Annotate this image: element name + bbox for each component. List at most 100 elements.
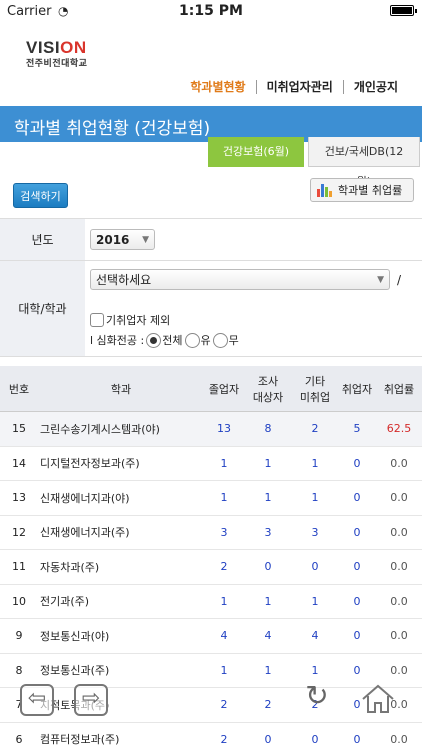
row-graduates: 2: [220, 732, 228, 746]
row-dept: 디지털전자정보과(주): [40, 457, 140, 471]
radio-yes[interactable]: [184, 332, 200, 348]
row-employed: 0: [353, 663, 361, 677]
table-row[interactable]: 12 신재생에너지과(주) 3 3 3 0 0.0: [0, 516, 422, 550]
year-row: 년도 2016 ▼: [0, 219, 422, 261]
table-row[interactable]: 15 그린수송기계시스템과(야) 13 8 2 5 62.5: [0, 412, 422, 447]
row-graduates: 2: [220, 560, 228, 574]
row-dept: 신재생에너지과(야): [40, 491, 130, 505]
exclude-employed-label: 기취업자 제외: [106, 314, 171, 327]
table-row[interactable]: 14 디지털전자정보과(주) 1 1 1 0 0.0: [0, 447, 422, 481]
row-surveyed: 0: [264, 732, 272, 746]
row-graduates: 2: [220, 698, 228, 712]
dept-rate-chart-button[interactable]: 학과별 취업률: [310, 178, 414, 202]
dept-placeholder: 선택하세요: [96, 273, 152, 287]
chevron-down-icon: ▼: [377, 274, 384, 285]
row-dept: 정보통신과(주): [40, 664, 110, 678]
row-dept: 자동차과(주): [40, 560, 100, 574]
header-dept: 학과: [110, 382, 132, 396]
row-number: 15: [12, 422, 26, 436]
row-other-unemployed: 0: [311, 560, 319, 574]
table-row[interactable]: 6 컴퓨터정보과(주) 2 0 0 0 0.0: [0, 723, 422, 750]
school-logo[interactable]: VISION 전주비전대학교: [26, 38, 87, 69]
row-number: 6: [15, 732, 23, 746]
row-employed: 0: [353, 732, 361, 746]
tab-health-insurance[interactable]: 건강보험(6월): [208, 137, 304, 167]
row-rate: 0.0: [390, 525, 408, 539]
table-row[interactable]: 13 신재생에너지과(야) 1 1 1 0 0.0: [0, 481, 422, 516]
table-body: 15 그린수송기계시스템과(야) 13 8 2 5 62.5 14 디지털전자정보과(주) 1 1 1…: [0, 412, 422, 750]
row-surveyed: 4: [264, 629, 272, 643]
row-graduates: 4: [220, 629, 228, 643]
back-arrow-icon[interactable]: ⇦: [20, 684, 54, 716]
row-other-unemployed: 1: [311, 456, 319, 470]
row-dept: 전기과(주): [40, 595, 90, 609]
row-surveyed: 1: [264, 491, 272, 505]
home-icon[interactable]: [360, 683, 394, 715]
year-select[interactable]: 2016 ▼: [90, 229, 155, 250]
row-number: 12: [12, 525, 26, 539]
row-rate: 0.0: [390, 491, 408, 505]
row-number: 13: [12, 491, 26, 505]
row-rate: 0.0: [390, 629, 408, 643]
row-number: 10: [12, 594, 26, 608]
row-graduates: 3: [220, 525, 228, 539]
row-employed: 0: [353, 456, 361, 470]
row-employed: 0: [353, 560, 361, 574]
row-dept: 신재생에너지과(주): [40, 526, 130, 540]
row-surveyed: 1: [264, 663, 272, 677]
row-rate: 0.0: [390, 732, 408, 746]
table-row[interactable]: 11 자동차과(주) 2 0 0 0 0.0: [0, 550, 422, 585]
row-surveyed: 2: [264, 698, 272, 712]
table-row[interactable]: 8 정보통신과(주) 1 1 1 0 0.0: [0, 654, 422, 688]
radio-yes-label: 유: [200, 334, 211, 347]
row-other-unemployed: 1: [311, 594, 319, 608]
row-other-unemployed: 1: [311, 491, 319, 505]
logo-school-name: 전주비전대학교: [26, 59, 88, 69]
row-graduates: 1: [220, 491, 228, 505]
header-graduates: 졸업자: [208, 382, 240, 396]
exclude-employed-checkbox[interactable]: [90, 313, 104, 327]
row-number: 9: [15, 629, 23, 643]
row-employed: 5: [353, 422, 361, 436]
radio-all-label: 전체: [162, 334, 183, 347]
dept-row: 대학/학과 선택하세요 ▼ / 기취업자 제외 l 심화전공 : 전체 유 무: [0, 261, 422, 357]
nav-dept-status[interactable]: 학과별현황: [180, 80, 255, 94]
row-other-unemployed: 2: [311, 422, 319, 436]
radio-no-label: 무: [228, 334, 239, 347]
tab-bar: 건강보험(6월) 건보/국세DB(12월): [208, 137, 420, 188]
nav-personal-notice[interactable]: 개인공지: [342, 80, 408, 94]
header-employed: 취업자: [341, 382, 373, 396]
status-bar: Carrier ◔ 1:15 PM: [0, 0, 422, 22]
row-rate: 0.0: [390, 663, 408, 677]
advanced-major-label: l 심화전공 :: [90, 334, 145, 347]
row-employed: 0: [353, 525, 361, 539]
tab-tax-db[interactable]: 건보/국세DB(12월): [308, 137, 420, 188]
battery-icon: [390, 5, 417, 16]
separator-slash: /: [397, 273, 402, 287]
search-button[interactable]: 검색하기: [13, 183, 68, 208]
row-surveyed: 3: [264, 525, 272, 539]
radio-no[interactable]: [212, 332, 228, 348]
row-rate: 0.0: [390, 456, 408, 470]
top-nav: 학과별현황 미취업자관리 개인공지: [180, 80, 408, 94]
reload-icon[interactable]: ↻: [300, 682, 334, 715]
row-graduates: 13: [217, 422, 231, 436]
table-row[interactable]: 10 전기과(주) 1 1 1 0 0.0: [0, 585, 422, 619]
chart-button-label: 학과별 취업률: [338, 184, 403, 197]
logo-wordmark: VISION: [26, 38, 87, 57]
table-row[interactable]: 7지적토목과(주)22200.0: [0, 688, 422, 723]
dept-select[interactable]: 선택하세요 ▼: [90, 269, 390, 290]
radio-all[interactable]: [146, 332, 162, 348]
header-rate: 취업률: [383, 382, 415, 396]
row-rate: 62.5: [386, 422, 412, 436]
header-surveyed: 조사 대상자: [252, 374, 284, 404]
forward-arrow-icon[interactable]: ⇨: [74, 684, 108, 716]
row-other-unemployed: 4: [311, 629, 319, 643]
header-number: 번호: [8, 382, 30, 396]
row-dept: 지적토목과(주): [38, 688, 204, 722]
table-row[interactable]: 9 정보통신과(야) 4 4 4 0 0.0: [0, 619, 422, 654]
row-rate: 0.0: [390, 594, 408, 608]
nav-unemployed-manage[interactable]: 미취업자관리: [255, 80, 343, 94]
row-other-unemployed: 0: [311, 732, 319, 746]
row-employed: 0: [353, 594, 361, 608]
